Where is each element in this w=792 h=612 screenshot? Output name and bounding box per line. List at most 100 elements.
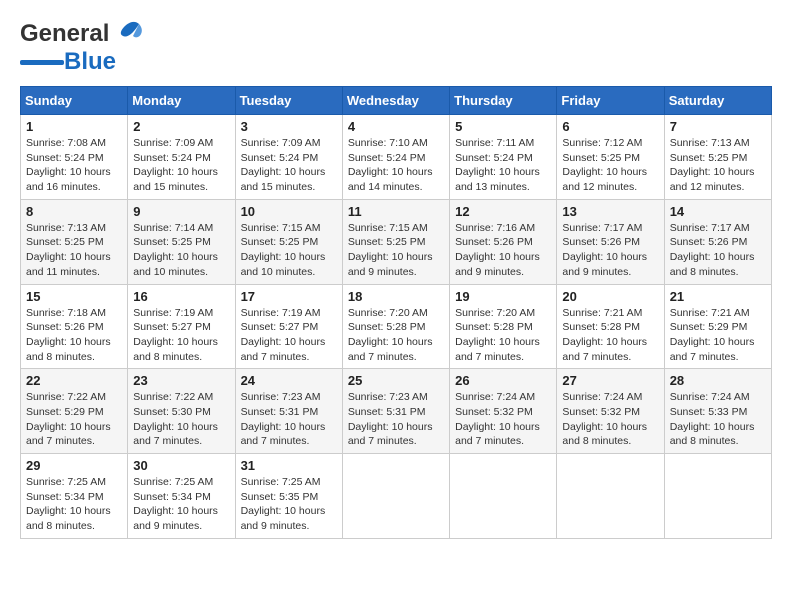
- day-info: Sunrise: 7:09 AM Sunset: 5:24 PM Dayligh…: [241, 137, 326, 193]
- calendar-body: 1 Sunrise: 7:08 AM Sunset: 5:24 PM Dayli…: [21, 115, 772, 539]
- day-number: 28: [670, 373, 766, 388]
- day-number: 27: [562, 373, 658, 388]
- calendar-header-row: SundayMondayTuesdayWednesdayThursdayFrid…: [21, 87, 772, 115]
- calendar-cell: 10 Sunrise: 7:15 AM Sunset: 5:25 PM Dayl…: [235, 199, 342, 284]
- calendar-cell: 17 Sunrise: 7:19 AM Sunset: 5:27 PM Dayl…: [235, 284, 342, 369]
- day-info: Sunrise: 7:24 AM Sunset: 5:32 PM Dayligh…: [562, 391, 647, 447]
- calendar-cell: 6 Sunrise: 7:12 AM Sunset: 5:25 PM Dayli…: [557, 115, 664, 200]
- day-info: Sunrise: 7:15 AM Sunset: 5:25 PM Dayligh…: [348, 222, 433, 278]
- day-number: 25: [348, 373, 444, 388]
- day-info: Sunrise: 7:13 AM Sunset: 5:25 PM Dayligh…: [670, 137, 755, 193]
- calendar-cell: 22 Sunrise: 7:22 AM Sunset: 5:29 PM Dayl…: [21, 369, 128, 454]
- day-number: 2: [133, 119, 229, 134]
- calendar-cell: [664, 454, 771, 539]
- day-number: 10: [241, 204, 337, 219]
- day-number: 26: [455, 373, 551, 388]
- day-number: 24: [241, 373, 337, 388]
- day-info: Sunrise: 7:20 AM Sunset: 5:28 PM Dayligh…: [348, 307, 433, 363]
- calendar-cell: [450, 454, 557, 539]
- calendar-week-row: 1 Sunrise: 7:08 AM Sunset: 5:24 PM Dayli…: [21, 115, 772, 200]
- calendar-week-row: 22 Sunrise: 7:22 AM Sunset: 5:29 PM Dayl…: [21, 369, 772, 454]
- day-info: Sunrise: 7:18 AM Sunset: 5:26 PM Dayligh…: [26, 307, 111, 363]
- day-number: 7: [670, 119, 766, 134]
- day-number: 15: [26, 289, 122, 304]
- day-number: 18: [348, 289, 444, 304]
- day-info: Sunrise: 7:19 AM Sunset: 5:27 PM Dayligh…: [133, 307, 218, 363]
- calendar-cell: 28 Sunrise: 7:24 AM Sunset: 5:33 PM Dayl…: [664, 369, 771, 454]
- calendar-cell: 13 Sunrise: 7:17 AM Sunset: 5:26 PM Dayl…: [557, 199, 664, 284]
- day-info: Sunrise: 7:09 AM Sunset: 5:24 PM Dayligh…: [133, 137, 218, 193]
- day-info: Sunrise: 7:21 AM Sunset: 5:29 PM Dayligh…: [670, 307, 755, 363]
- calendar-cell: 9 Sunrise: 7:14 AM Sunset: 5:25 PM Dayli…: [128, 199, 235, 284]
- calendar-cell: 18 Sunrise: 7:20 AM Sunset: 5:28 PM Dayl…: [342, 284, 449, 369]
- weekday-header-monday: Monday: [128, 87, 235, 115]
- day-info: Sunrise: 7:23 AM Sunset: 5:31 PM Dayligh…: [241, 391, 326, 447]
- calendar-week-row: 8 Sunrise: 7:13 AM Sunset: 5:25 PM Dayli…: [21, 199, 772, 284]
- logo-bird-icon: [111, 20, 143, 44]
- day-info: Sunrise: 7:25 AM Sunset: 5:34 PM Dayligh…: [133, 476, 218, 532]
- day-number: 16: [133, 289, 229, 304]
- calendar-cell: [342, 454, 449, 539]
- day-number: 13: [562, 204, 658, 219]
- weekday-header-sunday: Sunday: [21, 87, 128, 115]
- calendar-cell: 3 Sunrise: 7:09 AM Sunset: 5:24 PM Dayli…: [235, 115, 342, 200]
- day-info: Sunrise: 7:21 AM Sunset: 5:28 PM Dayligh…: [562, 307, 647, 363]
- calendar-cell: 12 Sunrise: 7:16 AM Sunset: 5:26 PM Dayl…: [450, 199, 557, 284]
- day-info: Sunrise: 7:19 AM Sunset: 5:27 PM Dayligh…: [241, 307, 326, 363]
- day-info: Sunrise: 7:10 AM Sunset: 5:24 PM Dayligh…: [348, 137, 433, 193]
- day-number: 19: [455, 289, 551, 304]
- calendar-cell: 16 Sunrise: 7:19 AM Sunset: 5:27 PM Dayl…: [128, 284, 235, 369]
- day-info: Sunrise: 7:25 AM Sunset: 5:35 PM Dayligh…: [241, 476, 326, 532]
- calendar-week-row: 15 Sunrise: 7:18 AM Sunset: 5:26 PM Dayl…: [21, 284, 772, 369]
- day-info: Sunrise: 7:24 AM Sunset: 5:32 PM Dayligh…: [455, 391, 540, 447]
- day-number: 29: [26, 458, 122, 473]
- calendar-cell: 30 Sunrise: 7:25 AM Sunset: 5:34 PM Dayl…: [128, 454, 235, 539]
- calendar-cell: 4 Sunrise: 7:10 AM Sunset: 5:24 PM Dayli…: [342, 115, 449, 200]
- day-info: Sunrise: 7:24 AM Sunset: 5:33 PM Dayligh…: [670, 391, 755, 447]
- day-number: 23: [133, 373, 229, 388]
- day-number: 22: [26, 373, 122, 388]
- page-header: General Blue: [20, 20, 772, 76]
- day-info: Sunrise: 7:23 AM Sunset: 5:31 PM Dayligh…: [348, 391, 433, 447]
- calendar-cell: 25 Sunrise: 7:23 AM Sunset: 5:31 PM Dayl…: [342, 369, 449, 454]
- day-number: 20: [562, 289, 658, 304]
- weekday-header-friday: Friday: [557, 87, 664, 115]
- day-number: 4: [348, 119, 444, 134]
- calendar-table: SundayMondayTuesdayWednesdayThursdayFrid…: [20, 86, 772, 539]
- calendar-cell: [557, 454, 664, 539]
- day-number: 9: [133, 204, 229, 219]
- calendar-cell: 2 Sunrise: 7:09 AM Sunset: 5:24 PM Dayli…: [128, 115, 235, 200]
- day-info: Sunrise: 7:13 AM Sunset: 5:25 PM Dayligh…: [26, 222, 111, 278]
- calendar-cell: 23 Sunrise: 7:22 AM Sunset: 5:30 PM Dayl…: [128, 369, 235, 454]
- calendar-cell: 21 Sunrise: 7:21 AM Sunset: 5:29 PM Dayl…: [664, 284, 771, 369]
- day-number: 30: [133, 458, 229, 473]
- day-number: 31: [241, 458, 337, 473]
- calendar-week-row: 29 Sunrise: 7:25 AM Sunset: 5:34 PM Dayl…: [21, 454, 772, 539]
- day-info: Sunrise: 7:22 AM Sunset: 5:30 PM Dayligh…: [133, 391, 218, 447]
- day-number: 17: [241, 289, 337, 304]
- weekday-header-saturday: Saturday: [664, 87, 771, 115]
- day-info: Sunrise: 7:15 AM Sunset: 5:25 PM Dayligh…: [241, 222, 326, 278]
- weekday-header-tuesday: Tuesday: [235, 87, 342, 115]
- calendar-cell: 15 Sunrise: 7:18 AM Sunset: 5:26 PM Dayl…: [21, 284, 128, 369]
- weekday-header-thursday: Thursday: [450, 87, 557, 115]
- logo: General Blue: [20, 20, 143, 76]
- calendar-cell: 7 Sunrise: 7:13 AM Sunset: 5:25 PM Dayli…: [664, 115, 771, 200]
- day-number: 11: [348, 204, 444, 219]
- day-info: Sunrise: 7:11 AM Sunset: 5:24 PM Dayligh…: [455, 137, 540, 193]
- calendar-cell: 5 Sunrise: 7:11 AM Sunset: 5:24 PM Dayli…: [450, 115, 557, 200]
- day-number: 5: [455, 119, 551, 134]
- calendar-cell: 1 Sunrise: 7:08 AM Sunset: 5:24 PM Dayli…: [21, 115, 128, 200]
- day-info: Sunrise: 7:12 AM Sunset: 5:25 PM Dayligh…: [562, 137, 647, 193]
- day-info: Sunrise: 7:22 AM Sunset: 5:29 PM Dayligh…: [26, 391, 111, 447]
- calendar-cell: 8 Sunrise: 7:13 AM Sunset: 5:25 PM Dayli…: [21, 199, 128, 284]
- day-number: 8: [26, 204, 122, 219]
- day-info: Sunrise: 7:16 AM Sunset: 5:26 PM Dayligh…: [455, 222, 540, 278]
- logo-blue: Blue: [64, 48, 116, 76]
- calendar-cell: 20 Sunrise: 7:21 AM Sunset: 5:28 PM Dayl…: [557, 284, 664, 369]
- logo-general: General: [20, 20, 109, 48]
- calendar-cell: 26 Sunrise: 7:24 AM Sunset: 5:32 PM Dayl…: [450, 369, 557, 454]
- day-info: Sunrise: 7:08 AM Sunset: 5:24 PM Dayligh…: [26, 137, 111, 193]
- calendar-cell: 31 Sunrise: 7:25 AM Sunset: 5:35 PM Dayl…: [235, 454, 342, 539]
- day-number: 6: [562, 119, 658, 134]
